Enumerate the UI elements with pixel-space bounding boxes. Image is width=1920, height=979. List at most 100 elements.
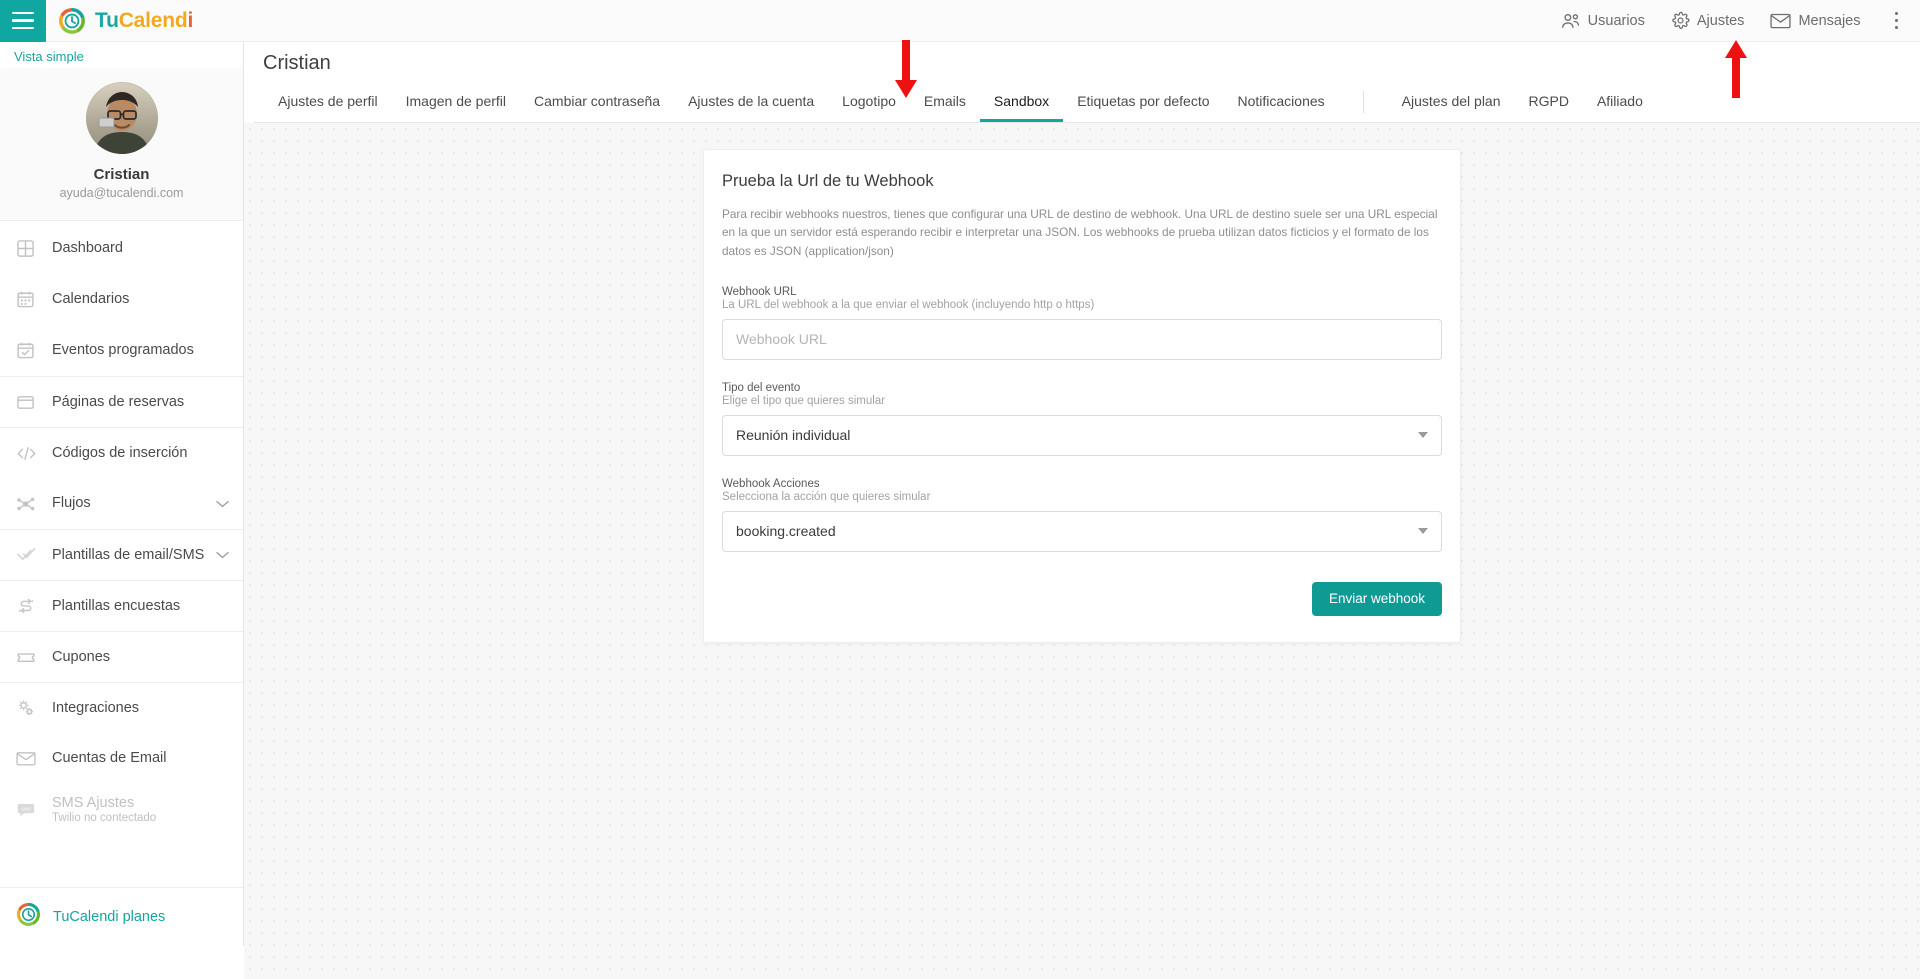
sidebar-item-sms-ajustes-sublabel: Twilio no contectado: [52, 812, 157, 825]
hamburger-menu-icon[interactable]: [0, 0, 46, 42]
tab-afiliado[interactable]: Afiliado: [1583, 94, 1657, 122]
sidebar-item-sms-ajustes-label: SMS Ajustes: [52, 794, 135, 811]
sidebar-item-paginas-de-reservas-label: Páginas de reservas: [52, 393, 185, 410]
sidebar-item-dashboard[interactable]: Dashboard: [0, 223, 243, 274]
chevron-down-icon: [1418, 432, 1428, 439]
calendar-icon: [16, 290, 46, 309]
sidebar-item-dashboard-label: Dashboard: [52, 240, 123, 257]
sidebar-view-toggle[interactable]: Vista simple: [0, 42, 243, 68]
sidebar-item-cuentas-de-email[interactable]: Cuentas de Email: [0, 733, 243, 784]
gear-icon: [1671, 11, 1690, 30]
tucalendi-logo-icon: [16, 902, 41, 932]
sidebar-item-integraciones-label: Integraciones: [52, 699, 140, 716]
avatar-photo: [85, 83, 158, 154]
sidebar-item-eventos-programados[interactable]: Eventos programados: [0, 325, 243, 376]
mail-icon: [16, 750, 46, 767]
tabs-divider: [1362, 91, 1364, 113]
top-nav-usuarios[interactable]: Usuarios: [1560, 13, 1645, 29]
sidebar-profile: Cristian ayuda@tucalendi.com: [0, 68, 243, 221]
sidebar-item-sms-ajustes[interactable]: SMS SMS Ajustes Twilio no contectado: [0, 784, 243, 835]
top-bar: TuCalendi Usuarios Ajustes Mensajes: [0, 0, 1920, 42]
field-webhook-url: Webhook URL La URL del webhook a la que …: [722, 286, 1442, 360]
avatar[interactable]: [85, 82, 158, 154]
sidebar-item-flujos[interactable]: Flujos: [0, 478, 243, 529]
event-type-label: Tipo del evento: [722, 381, 801, 394]
brand-title: TuCalendi: [95, 8, 194, 32]
gears-icon: [16, 698, 46, 718]
brand-logo-area[interactable]: TuCalendi: [58, 7, 193, 35]
sidebar-item-eventos-programados-label: Eventos programados: [52, 342, 194, 359]
field-event-type: Tipo del evento Elige el tipo que quiere…: [722, 382, 1442, 456]
tab-etiquetas-por-defecto[interactable]: Etiquetas por defecto: [1063, 94, 1223, 122]
card-title: Prueba la Url de tu Webhook: [722, 172, 934, 190]
sidebar-item-codigos-de-insercion[interactable]: Códigos de inserción: [0, 427, 243, 478]
kebab-menu-icon[interactable]: [1887, 8, 1907, 34]
content-area: Prueba la Url de tu Webhook Para recibir…: [244, 123, 1920, 979]
webhook-url-input[interactable]: [722, 318, 1442, 360]
event-type-select[interactable]: Reunión individual: [722, 414, 1442, 456]
survey-icon: [16, 597, 46, 616]
top-nav-mensajes[interactable]: Mensajes: [1770, 12, 1861, 29]
webhook-actions-hint: Selecciona la acción que quieres simular: [722, 490, 931, 503]
webhook-url-hint: La URL del webhook a la que enviar el we…: [722, 298, 1095, 311]
tab-imagen-de-perfil[interactable]: Imagen de perfil: [392, 94, 520, 122]
card-actions: Enviar webhook: [722, 581, 1442, 616]
enviar-webhook-button[interactable]: Enviar webhook: [1311, 581, 1442, 616]
sms-bubble-icon: SMS: [16, 800, 46, 819]
sidebar-nav: Dashboard Calendarios Eventos programado…: [0, 221, 243, 887]
tab-ajustes-del-plan[interactable]: Ajustes del plan: [1388, 94, 1515, 122]
tab-rgpd[interactable]: RGPD: [1515, 94, 1583, 122]
tab-ajustes-de-la-cuenta[interactable]: Ajustes de la cuenta: [674, 94, 828, 122]
chevron-down-icon[interactable]: [216, 546, 229, 564]
sidebar-item-integraciones[interactable]: Integraciones: [0, 682, 243, 733]
chevron-down-icon: [1418, 528, 1428, 535]
webhook-actions-label: Webhook Acciones: [722, 477, 820, 490]
card-description: Para recibir webhooks nuestros, tienes q…: [722, 207, 1438, 258]
field-webhook-actions: Webhook Acciones Selecciona la acción qu…: [722, 478, 1442, 552]
users-icon: [1560, 13, 1581, 29]
sidebar-item-cupones[interactable]: Cupones: [0, 631, 243, 682]
window-icon: [16, 393, 46, 412]
profile-name: Cristian: [93, 166, 150, 183]
sidebar-item-flujos-label: Flujos: [52, 495, 91, 512]
sidebar-item-cuentas-de-email-label: Cuentas de Email: [52, 750, 167, 767]
top-nav-ajustes[interactable]: Ajustes: [1671, 11, 1745, 30]
grid-icon: [16, 239, 46, 258]
top-nav-ajustes-label: Ajustes: [1696, 12, 1745, 29]
calendar-check-icon: [16, 341, 46, 360]
webhook-actions-selected-value: booking.created: [736, 523, 836, 540]
envelope-icon: [1770, 13, 1792, 29]
sidebar-item-calendarios[interactable]: Calendarios: [0, 274, 243, 325]
sidebar-item-plantillas-email-sms[interactable]: Plantillas de email/SMS: [0, 529, 243, 580]
sidebar-item-calendarios-label: Calendarios: [52, 291, 130, 308]
settings-tabs: Ajustes de perfil Imagen de perfil Cambi…: [254, 87, 1920, 123]
webhook-test-card: Prueba la Url de tu Webhook Para recibir…: [703, 149, 1461, 643]
webhook-actions-select[interactable]: booking.created: [722, 510, 1442, 552]
webhook-url-label: Webhook URL: [722, 285, 797, 298]
code-icon: [16, 444, 46, 463]
tab-cambiar-contrasena[interactable]: Cambiar contraseña: [520, 94, 674, 122]
sidebar-item-codigos-de-insercion-label: Códigos de inserción: [52, 444, 188, 461]
sidebar-footer-tucalendi-planes[interactable]: TuCalendi planes: [0, 887, 243, 946]
page-header: Cristian Ajustes de perfil Imagen de per…: [244, 42, 1920, 123]
profile-email: ayuda@tucalendi.com: [59, 186, 184, 200]
top-nav-mensajes-label: Mensajes: [1798, 12, 1861, 29]
tab-logotipo[interactable]: Logotipo: [828, 94, 910, 122]
tab-ajustes-de-perfil[interactable]: Ajustes de perfil: [264, 94, 392, 122]
sidebar: Vista simple Cristian ayuda@tucalendi.co…: [0, 42, 244, 946]
event-type-selected-value: Reunión individual: [736, 427, 851, 444]
page-title: Cristian: [263, 52, 331, 74]
svg-text:SMS: SMS: [21, 806, 31, 812]
tab-sandbox[interactable]: Sandbox: [979, 94, 1064, 122]
tab-notificaciones[interactable]: Notificaciones: [1224, 94, 1339, 122]
main-content: Cristian Ajustes de perfil Imagen de per…: [244, 42, 1920, 979]
double-check-icon: [16, 546, 46, 565]
sidebar-item-cupones-label: Cupones: [52, 648, 111, 665]
sidebar-item-plantillas-encuestas[interactable]: Plantillas encuestas: [0, 580, 243, 631]
sidebar-item-paginas-de-reservas[interactable]: Páginas de reservas: [0, 376, 243, 427]
sidebar-footer-label: TuCalendi planes: [53, 909, 166, 925]
tucalendi-logo-icon: [58, 7, 86, 35]
event-type-hint: Elige el tipo que quieres simular: [722, 394, 886, 407]
chevron-down-icon[interactable]: [216, 495, 229, 513]
tab-emails[interactable]: Emails: [910, 94, 980, 122]
